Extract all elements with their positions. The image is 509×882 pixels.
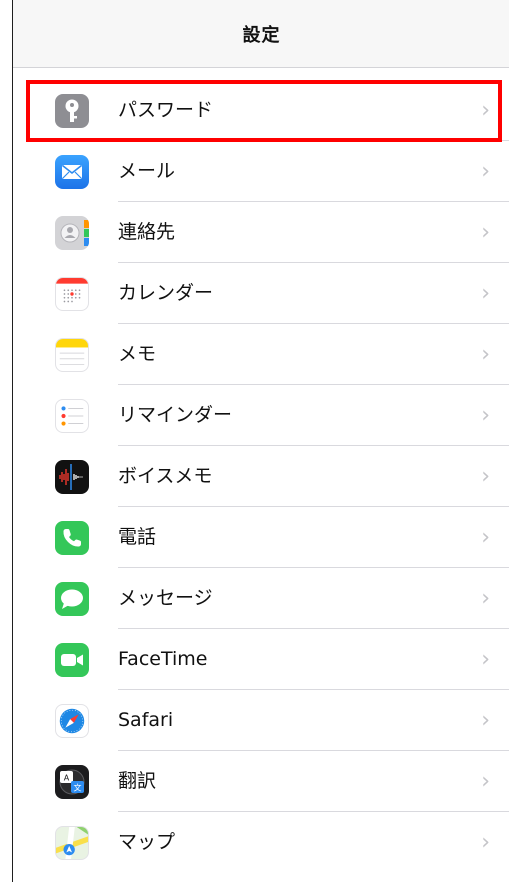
safari-icon — [55, 704, 89, 738]
chevron-right-icon: › — [481, 403, 490, 428]
chevron-right-icon: › — [481, 769, 490, 794]
row-label: マップ — [118, 831, 176, 853]
chevron-right-icon: › — [481, 830, 490, 855]
chevron-right-icon: › — [481, 647, 490, 672]
chevron-right-icon: › — [481, 464, 490, 489]
settings-row-maps[interactable]: マップ › — [13, 812, 509, 873]
chevron-right-icon: › — [481, 708, 490, 733]
settings-row-passwords[interactable]: パスワード › — [13, 80, 509, 141]
settings-row-mail[interactable]: メール › — [13, 141, 509, 202]
chevron-right-icon: › — [481, 220, 490, 245]
chevron-right-icon: › — [481, 98, 490, 123]
reminders-icon — [55, 399, 89, 433]
row-label: パスワード — [118, 99, 214, 121]
svg-text:文: 文 — [74, 783, 82, 793]
chevron-right-icon: › — [481, 159, 490, 184]
chevron-right-icon: › — [481, 342, 490, 367]
settings-row-calendar[interactable]: カレンダー › — [13, 263, 509, 324]
contacts-icon — [55, 216, 89, 250]
settings-row-voice-memos[interactable]: ボイスメモ › — [13, 446, 509, 507]
svg-text:A: A — [64, 774, 70, 783]
mail-icon — [55, 155, 89, 189]
row-label: 電話 — [118, 526, 157, 548]
chevron-right-icon: › — [481, 586, 490, 611]
row-label: 連絡先 — [118, 221, 176, 243]
row-label: Safari — [118, 709, 174, 731]
row-label: 翻訳 — [118, 770, 157, 792]
chevron-right-icon: › — [481, 525, 490, 550]
voice-memos-icon — [55, 460, 89, 494]
phone-icon — [55, 521, 89, 555]
calendar-icon — [55, 277, 89, 311]
settings-row-messages[interactable]: メッセージ › — [13, 568, 509, 629]
row-label: FaceTime — [118, 648, 208, 670]
row-label: ボイスメモ — [118, 465, 213, 487]
settings-row-facetime[interactable]: FaceTime › — [13, 629, 509, 690]
maps-icon — [55, 826, 89, 860]
row-label: メッセージ — [118, 587, 213, 609]
messages-icon — [55, 582, 89, 616]
navigation-bar: 設定 — [13, 0, 509, 68]
page-title: 設定 — [242, 24, 281, 46]
chevron-right-icon: › — [481, 281, 490, 306]
facetime-icon — [55, 643, 89, 677]
settings-row-contacts[interactable]: 連絡先 › — [13, 202, 509, 263]
settings-row-notes[interactable]: メモ › — [13, 324, 509, 385]
settings-row-safari[interactable]: Safari › — [13, 690, 509, 751]
row-label: メモ — [118, 343, 157, 365]
row-label: カレンダー — [118, 282, 214, 304]
notes-icon — [55, 338, 89, 372]
row-label: メール — [118, 160, 176, 182]
settings-screen: 設定 パスワード › メール › 連絡先 › カレンダー › メモ › リマイン… — [12, 0, 509, 882]
translate-icon: A 文 — [55, 765, 89, 799]
settings-row-translate[interactable]: A 文 翻訳 › — [13, 751, 509, 812]
key-icon — [55, 94, 89, 128]
row-label: リマインダー — [118, 404, 233, 426]
settings-row-reminders[interactable]: リマインダー › — [13, 385, 509, 446]
settings-row-phone[interactable]: 電話 › — [13, 507, 509, 568]
